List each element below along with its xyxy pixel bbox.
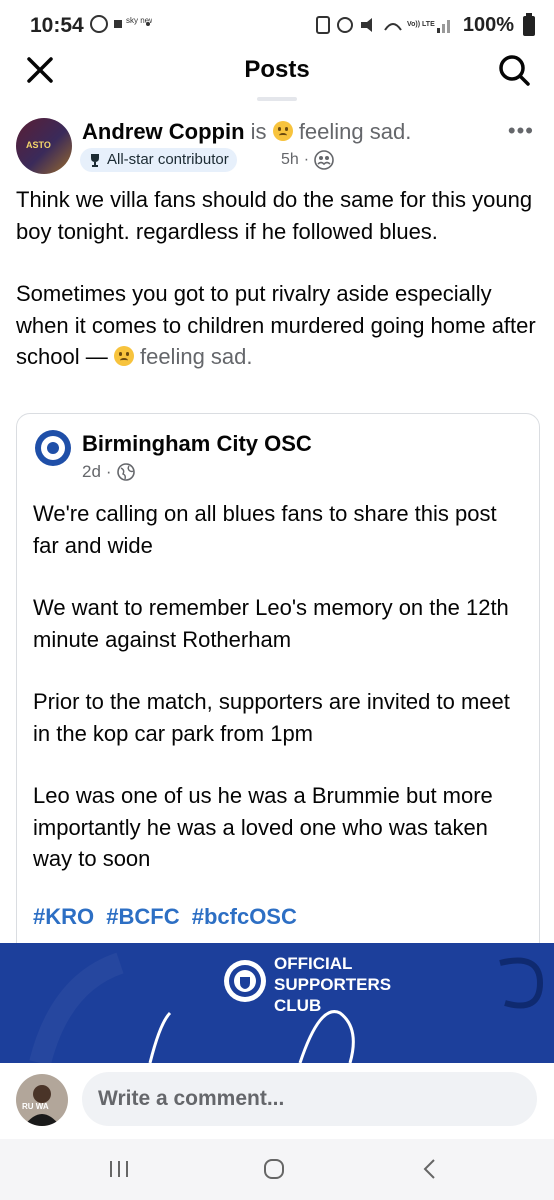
author-avatar[interactable]: ASTO: [16, 118, 72, 174]
shared-page-name[interactable]: Birmingham City OSC: [82, 431, 312, 457]
badge-label: All-star contributor: [107, 151, 229, 168]
pull-indicator: [257, 97, 297, 101]
avatar-text: RU WA: [22, 1102, 49, 1111]
comment-input[interactable]: Write a comment...: [82, 1072, 537, 1126]
search-icon[interactable]: [496, 52, 532, 88]
post-time[interactable]: 5h: [281, 148, 299, 172]
svg-text:Vo)) LTE: Vo)) LTE: [407, 21, 435, 28]
status-time: 10:54: [30, 14, 84, 37]
hashtag-link[interactable]: #KRO: [33, 904, 94, 929]
author-line: Andrew Coppin is feeling sad.: [82, 119, 411, 145]
hashtag-link[interactable]: #BCFC: [106, 904, 179, 929]
status-right: Vo)) LTE 100%: [315, 13, 536, 37]
post-meta: 5h ·: [281, 148, 334, 172]
post-paragraph: Think we villa fans should do the same f…: [16, 187, 533, 244]
sad-emoji-icon: [272, 121, 293, 141]
more-options-icon[interactable]: •••: [508, 118, 534, 144]
meta-dot: ·: [303, 151, 310, 168]
friends-icon: [314, 150, 334, 170]
shared-paragraph: We're calling on all blues fans to share…: [33, 501, 497, 558]
shared-time[interactable]: 2d: [82, 462, 101, 482]
post-paragraph: Sometimes you got to put rivalry aside e…: [16, 281, 536, 369]
banner-line: CLUB: [274, 996, 322, 1015]
page-avatar[interactable]: [35, 430, 71, 466]
banner-line: OFFICIAL: [274, 954, 353, 973]
sad-emoji-icon: [113, 346, 134, 366]
home-icon[interactable]: [254, 1153, 294, 1185]
banner-line: SUPPORTERS: [274, 975, 392, 994]
post-image[interactable]: OFFICIAL SUPPORTERS CLUB: [0, 943, 554, 1063]
back-icon[interactable]: [410, 1153, 450, 1185]
shared-body: We're calling on all blues fans to share…: [33, 498, 523, 875]
shared-paragraph: Leo was one of us he was a Brummie but m…: [33, 783, 493, 871]
post-body: Think we villa fans should do the same f…: [16, 184, 541, 373]
status-bar: 10:54 sky news Vo)) LTE 100%: [0, 0, 554, 50]
user-avatar[interactable]: RU WA: [16, 1074, 68, 1126]
whatsapp-icon: sky news: [90, 15, 159, 33]
banner-text: OFFICIAL SUPPORTERS CLUB: [274, 953, 391, 1016]
is-word: is: [250, 119, 267, 144]
shared-paragraph: We want to remember Leo's memory on the …: [33, 595, 509, 652]
close-icon[interactable]: [22, 52, 58, 88]
shared-meta: 2d ·: [82, 462, 135, 482]
top-bar: Posts: [0, 50, 554, 92]
globe-icon: [116, 463, 135, 481]
recent-apps-icon[interactable]: [99, 1153, 139, 1185]
shared-paragraph: Prior to the match, supporters are invit…: [33, 689, 510, 746]
system-nav-bar: [0, 1139, 554, 1200]
hashtag-link[interactable]: #bcfcOSC: [192, 904, 297, 929]
avatar-text: ASTO: [26, 140, 51, 150]
user-avatar-image: [24, 1085, 60, 1126]
feeling-text: feeling sad.: [298, 119, 412, 144]
club-crest-icon: [224, 960, 266, 1002]
hashtags: #KRO #BCFC #bcfcOSC: [33, 904, 303, 930]
battery-level: 100%: [462, 13, 514, 36]
system-icons: Vo)) LTE: [315, 16, 450, 34]
notification-icons: sky news: [90, 14, 159, 40]
body-feeling: feeling sad.: [139, 344, 253, 369]
battery-icon: [523, 13, 535, 36]
page-title: Posts: [244, 56, 310, 83]
trophy-icon: [91, 154, 99, 167]
author-name[interactable]: Andrew Coppin: [82, 119, 245, 144]
contributor-badge[interactable]: All-star contributor: [80, 148, 237, 172]
